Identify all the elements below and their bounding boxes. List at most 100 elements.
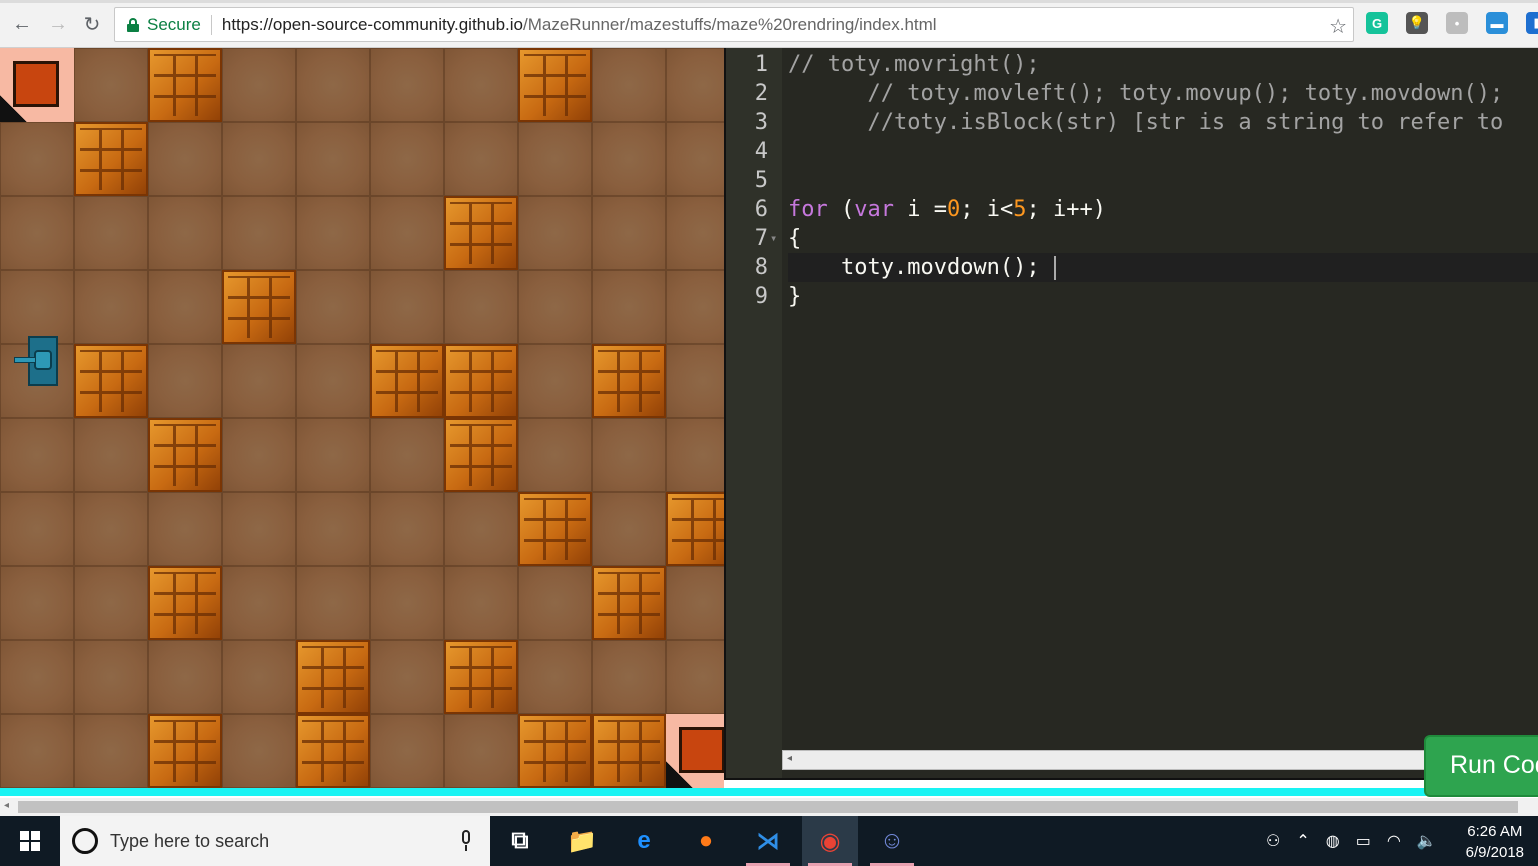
floor-tile xyxy=(518,344,592,418)
floor-tile xyxy=(74,418,148,492)
bulb-extension-icon[interactable]: 💡 xyxy=(1406,12,1428,34)
floor-tile xyxy=(370,640,444,714)
brick-wall-tile xyxy=(518,48,592,122)
floor-tile xyxy=(74,566,148,640)
blue-extension-icon[interactable]: ▮ xyxy=(1526,12,1538,34)
line-number: 1 xyxy=(754,52,768,77)
line-number: 5 xyxy=(754,168,768,193)
address-bar[interactable]: Secure https://open-source-community.git… xyxy=(114,7,1354,42)
discord-icon[interactable]: ☺ xyxy=(864,816,920,866)
line-number: 6 xyxy=(754,197,768,222)
tab-strip xyxy=(0,0,1538,3)
floor-tile xyxy=(666,344,724,418)
windows-taskbar: Type here to search ⧉ 📁 e ● ⋊ ◉ ☺ ⚇ ⌃ ◍ ▭ ◠ 🔈 6:26 … xyxy=(0,816,1538,866)
brick-wall-tile xyxy=(518,492,592,566)
floor-tile xyxy=(0,418,74,492)
brick-wall-tile xyxy=(222,270,296,344)
floor-tile xyxy=(666,418,724,492)
clock[interactable]: 6:26 AM 6/9/2018 xyxy=(1466,821,1524,863)
floor-tile xyxy=(0,714,74,788)
floor-tile xyxy=(592,48,666,122)
brick-wall-tile xyxy=(444,196,518,270)
scroll-left-arrow-icon[interactable]: ◂ xyxy=(4,800,9,811)
floor-tile xyxy=(370,48,444,122)
lock-icon xyxy=(127,17,139,32)
floor-tile xyxy=(370,714,444,788)
floor-tile xyxy=(148,492,222,566)
forward-button[interactable]: → xyxy=(44,10,72,38)
line-number: 7 xyxy=(754,226,768,251)
page-content: 1// toty.movright(); 2 // toty.movleft();… xyxy=(0,48,1538,798)
brick-wall-tile xyxy=(148,48,222,122)
floor-tile xyxy=(296,418,370,492)
reload-button[interactable]: ↻ xyxy=(78,10,106,38)
brick-wall-tile xyxy=(592,566,666,640)
code-line[interactable]: 9} xyxy=(726,282,1538,311)
network-icon[interactable]: ◍ xyxy=(1326,831,1340,851)
editor-horizontal-scrollbar[interactable]: ◂ xyxy=(782,750,1432,770)
secure-label: Secure xyxy=(147,14,201,34)
floor-tile xyxy=(518,566,592,640)
code-line[interactable]: 4 xyxy=(726,137,1538,166)
floor-tile xyxy=(592,492,666,566)
text-cursor xyxy=(1053,256,1056,280)
floor-tile xyxy=(296,270,370,344)
task-view-icon[interactable]: ⧉ xyxy=(492,816,548,866)
code-line[interactable]: 6 for (var i =0; i<5; i++) xyxy=(726,195,1538,224)
taskbar-search[interactable]: Type here to search xyxy=(60,816,490,866)
chrome-icon[interactable]: ◉ xyxy=(802,816,858,866)
volume-icon[interactable]: 🔈 xyxy=(1417,831,1437,851)
code-line[interactable]: 8 toty.movdown(); xyxy=(726,253,1538,282)
firefox-icon[interactable]: ● xyxy=(678,816,734,866)
cortana-icon xyxy=(72,828,98,854)
floor-tile xyxy=(148,640,222,714)
maze-portal-tile xyxy=(666,714,724,788)
windows-logo-icon xyxy=(20,831,40,851)
brick-wall-tile xyxy=(296,714,370,788)
wifi-icon[interactable]: ◠ xyxy=(1387,831,1401,851)
fold-arrow-icon[interactable]: ▾ xyxy=(770,224,777,253)
vscode-icon[interactable]: ⋊ xyxy=(740,816,796,866)
brick-wall-tile xyxy=(444,640,518,714)
chevron-up-icon[interactable]: ⌃ xyxy=(1296,831,1309,851)
chat-extension-icon[interactable]: • xyxy=(1446,12,1468,34)
battery-icon[interactable]: ▭ xyxy=(1356,831,1371,851)
floor-tile xyxy=(592,196,666,270)
url-path: /MazeRunner/mazestuffs/maze%20rendring/i… xyxy=(523,14,937,34)
floor-tile xyxy=(370,122,444,196)
floor-tile xyxy=(222,566,296,640)
line-number: 9 xyxy=(754,284,768,309)
start-button[interactable] xyxy=(0,816,60,866)
code-line[interactable]: 7 ▾ { xyxy=(726,224,1538,253)
edge-icon[interactable]: e xyxy=(616,816,672,866)
code-line[interactable]: 5 xyxy=(726,166,1538,195)
code-line[interactable]: 1 // toty.movright(); xyxy=(726,50,1538,79)
brick-wall-tile xyxy=(148,566,222,640)
people-icon[interactable]: ⚇ xyxy=(1266,831,1280,851)
url-text[interactable]: https://open-source-community.github.io/… xyxy=(222,15,937,35)
page-horizontal-scrollbar[interactable]: ◂ xyxy=(0,798,1538,816)
brick-wall-tile xyxy=(74,122,148,196)
floor-tile xyxy=(222,122,296,196)
floor-tile xyxy=(370,270,444,344)
floor-tile xyxy=(296,48,370,122)
scroll-left-arrow-icon[interactable]: ◂ xyxy=(787,753,792,764)
run-code-button[interactable]: Run Code xyxy=(1424,735,1538,797)
code-line[interactable]: 2 // toty.movleft(); toty.movup(); toty.… xyxy=(726,79,1538,108)
code-line[interactable]: 3 //toty.isBlock(str) [str is a string t… xyxy=(726,108,1538,137)
floor-tile xyxy=(666,196,724,270)
floor-tile xyxy=(370,566,444,640)
file-explorer-icon[interactable]: 📁 xyxy=(554,816,610,866)
floor-tile xyxy=(370,196,444,270)
bookmark-star-icon[interactable]: ☆ xyxy=(1329,14,1347,39)
brick-wall-tile xyxy=(518,714,592,788)
microphone-icon[interactable] xyxy=(460,830,472,852)
grammarly-icon[interactable]: G xyxy=(1366,12,1388,34)
floor-tile xyxy=(222,492,296,566)
line-number: 4 xyxy=(754,139,768,164)
window-extension-icon[interactable]: ▬ xyxy=(1486,12,1508,34)
code-editor[interactable]: 1// toty.movright(); 2 // toty.movleft();… xyxy=(724,48,1538,780)
back-button[interactable]: ← xyxy=(8,10,36,38)
code-text: for (var i =0; i<5; i++) xyxy=(788,197,1106,222)
scrollbar-thumb[interactable] xyxy=(18,801,1518,813)
